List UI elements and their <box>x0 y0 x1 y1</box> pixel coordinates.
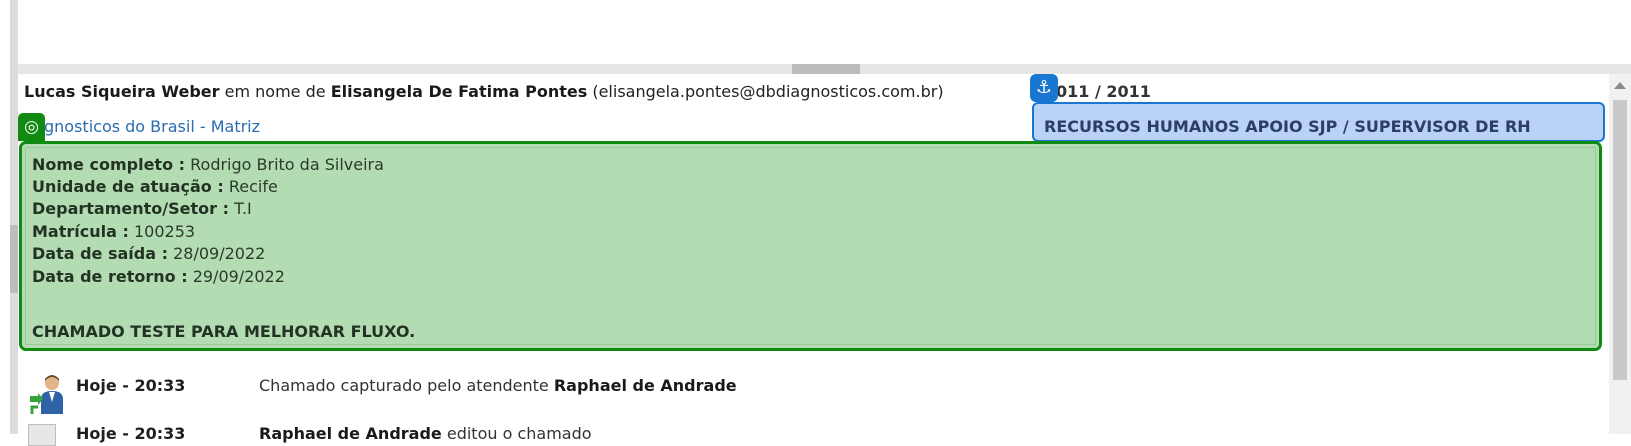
field-data-retorno: Data de retorno : 29/09/2022 <box>32 267 285 286</box>
field-label: Data de saída : <box>32 244 168 263</box>
history-actor: Raphael de Andrade <box>553 376 737 395</box>
field-label: Data de retorno : <box>32 267 188 286</box>
top-pane <box>18 0 1631 64</box>
request-message: CHAMADO TESTE PARA MELHORAR FLUXO. <box>32 322 416 341</box>
field-label: Departamento/Setor : <box>32 199 229 218</box>
history-text: Chamado capturado pelo atendente Raphael… <box>259 376 737 395</box>
field-value: T.I <box>234 199 252 218</box>
field-value: 100253 <box>133 222 196 241</box>
field-value: 29/09/2022 <box>192 267 285 286</box>
author-name: Lucas Siqueira Weber <box>24 82 220 101</box>
field-unidade: Unidade de atuação : Recife <box>32 177 278 196</box>
document-icon <box>28 424 56 446</box>
vertical-scrollbar[interactable] <box>1609 74 1631 434</box>
request-code: 011 / 2011 <box>1056 82 1151 101</box>
field-matricula: Matrícula : 100253 <box>32 222 195 241</box>
field-label: Nome completo : <box>32 155 186 174</box>
vertical-scrollbar-thumb[interactable] <box>1613 100 1627 380</box>
user-transfer-icon <box>30 375 63 414</box>
request-header-line: Lucas Siqueira Weber em nome de Elisange… <box>24 82 944 101</box>
horizontal-scrollbar-thumb[interactable] <box>792 64 860 74</box>
history-time: Hoje - 20:33 <box>76 376 186 395</box>
company-link[interactable]: gnosticos do Brasil - Matriz <box>44 117 260 136</box>
field-value: Rodrigo Brito da Silveira <box>190 155 384 174</box>
field-departamento: Departamento/Setor : T.I <box>32 199 252 218</box>
field-value: Recife <box>228 177 278 196</box>
scroll-up-arrow-icon[interactable] <box>1614 82 1626 89</box>
field-value: 28/09/2022 <box>173 244 266 263</box>
history-action: Chamado capturado pelo atendente <box>259 376 549 395</box>
field-data-saida: Data de saída : 28/09/2022 <box>32 244 265 263</box>
department-label: RECURSOS HUMANOS APOIO SJP / SUPERVISOR … <box>1044 117 1531 136</box>
field-label: Matrícula : <box>32 222 129 241</box>
on-behalf-text: em nome de <box>224 82 326 101</box>
field-nome-completo: Nome completo : Rodrigo Brito da Silveir… <box>32 155 384 174</box>
requester-email: (elisangela.pontes@dbdiagnosticos.com.br… <box>592 82 944 101</box>
left-scrollbar-track[interactable] <box>10 0 18 434</box>
field-label: Unidade de atuação : <box>32 177 224 196</box>
left-scrollbar-thumb[interactable] <box>10 225 18 293</box>
target-icon[interactable]: ◎ <box>18 113 45 141</box>
anchor-icon[interactable]: ⚓ <box>1030 74 1058 102</box>
requester-name: Elisangela De Fatima Pontes <box>330 82 588 101</box>
